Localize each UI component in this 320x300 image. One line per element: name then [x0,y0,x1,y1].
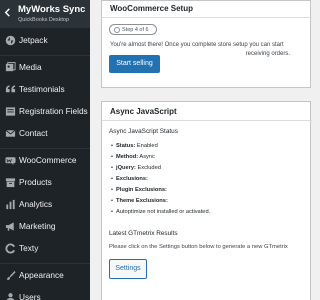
sidebar-item-testimonials[interactable]: Testimonials [0,79,90,101]
chart-icon [6,199,15,210]
sidebar-item-label: Contact [19,128,48,138]
woocommerce-icon [5,157,16,166]
brand-title: MyWorks Sync [18,4,86,15]
status-heading: Async JavaScript Status [109,128,178,135]
sidebar-separator [0,55,90,56]
chevron-left-icon [4,8,10,17]
step-label: Step 4 of 6 [122,27,149,33]
sidebar-separator [0,148,90,149]
sidebar-item-label: Texty [19,243,39,253]
sidebar-item-label: Registration Fields [19,106,88,116]
list-item: jQuery: Excluded [111,165,161,171]
media-icon [5,62,16,72]
registration-icon [5,107,16,116]
list-item: Status: Enabled [111,143,158,149]
sidebar-item-label: Testimonials [19,84,65,94]
sidebar-item-label: WooCommerce [19,155,77,165]
step-indicator: Step 4 of 6 [109,24,157,35]
sidebar-item-label: Analytics [19,199,53,209]
sidebar-item-marketing[interactable]: Marketing [0,216,90,238]
woocommerce-setup-panel: WooCommerce Setup Step 4 of 6 You're alm… [101,0,312,88]
sidebar-item-label: Users [19,292,41,300]
start-selling-button[interactable]: Start selling [109,55,160,73]
sidebar-separator [0,263,90,264]
gtmetrix-description: Please click on the Settings button belo… [109,244,288,250]
setup-message-line1: You're almost there! Once you complete s… [110,42,284,48]
list-item: Plugin Exclusions: [111,187,167,193]
list-item: Autoptimize not installed or activated. [111,209,210,215]
list-item: Theme Exclusions: [111,198,168,204]
sidebar-item-label: Appearance [19,270,64,280]
list-item: Exclusions: [111,176,148,182]
sidebar-item-label: Jetpack [19,35,48,45]
list-item: Method: Async [111,154,155,160]
sidebar-brand[interactable]: MyWorks Sync QuickBooks Desktop [0,0,90,28]
brand-subtitle: QuickBooks Desktop [18,17,70,23]
sidebar-item-texty[interactable]: Texty [0,238,90,260]
users-icon [6,293,15,300]
panel-title: WooCommerce Setup [110,4,193,13]
paintbrush-icon [7,270,16,281]
sidebar-item-label: Products [19,177,52,187]
quote-icon [5,85,16,93]
settings-button[interactable]: Settings [109,259,147,279]
panel-title: Async JavaScript [110,107,177,116]
async-javascript-panel: Async JavaScript Async JavaScript Status… [101,101,312,300]
sidebar-item-products[interactable]: Products [0,172,90,194]
sidebar-item-contact[interactable]: Contact [0,123,90,145]
gtmetrix-heading: Latest GTmetrix Results [109,230,178,237]
admin-sidebar: MyWorks Sync QuickBooks Desktop Jetpack … [0,0,90,300]
sidebar-item-woocommerce[interactable]: WooCommerce [0,150,90,172]
texty-icon [5,243,15,254]
progress-circle-icon [114,27,120,33]
divider [102,120,312,121]
sidebar-item-media[interactable]: Media [0,57,90,79]
sidebar-item-users[interactable]: Users [0,287,90,300]
sidebar-item-label: Media [19,62,42,72]
divider [102,17,312,18]
mail-icon [5,129,16,137]
sidebar-item-appearance[interactable]: Appearance [0,265,90,287]
sidebar-item-label: Marketing [19,221,56,231]
sidebar-item-registration-fields[interactable]: Registration Fields [0,101,90,123]
megaphone-icon [5,222,14,231]
sidebar-item-jetpack[interactable]: Jetpack [0,30,90,52]
jetpack-icon [5,35,16,46]
archive-icon [5,178,16,188]
sidebar-item-analytics[interactable]: Analytics [0,194,90,216]
